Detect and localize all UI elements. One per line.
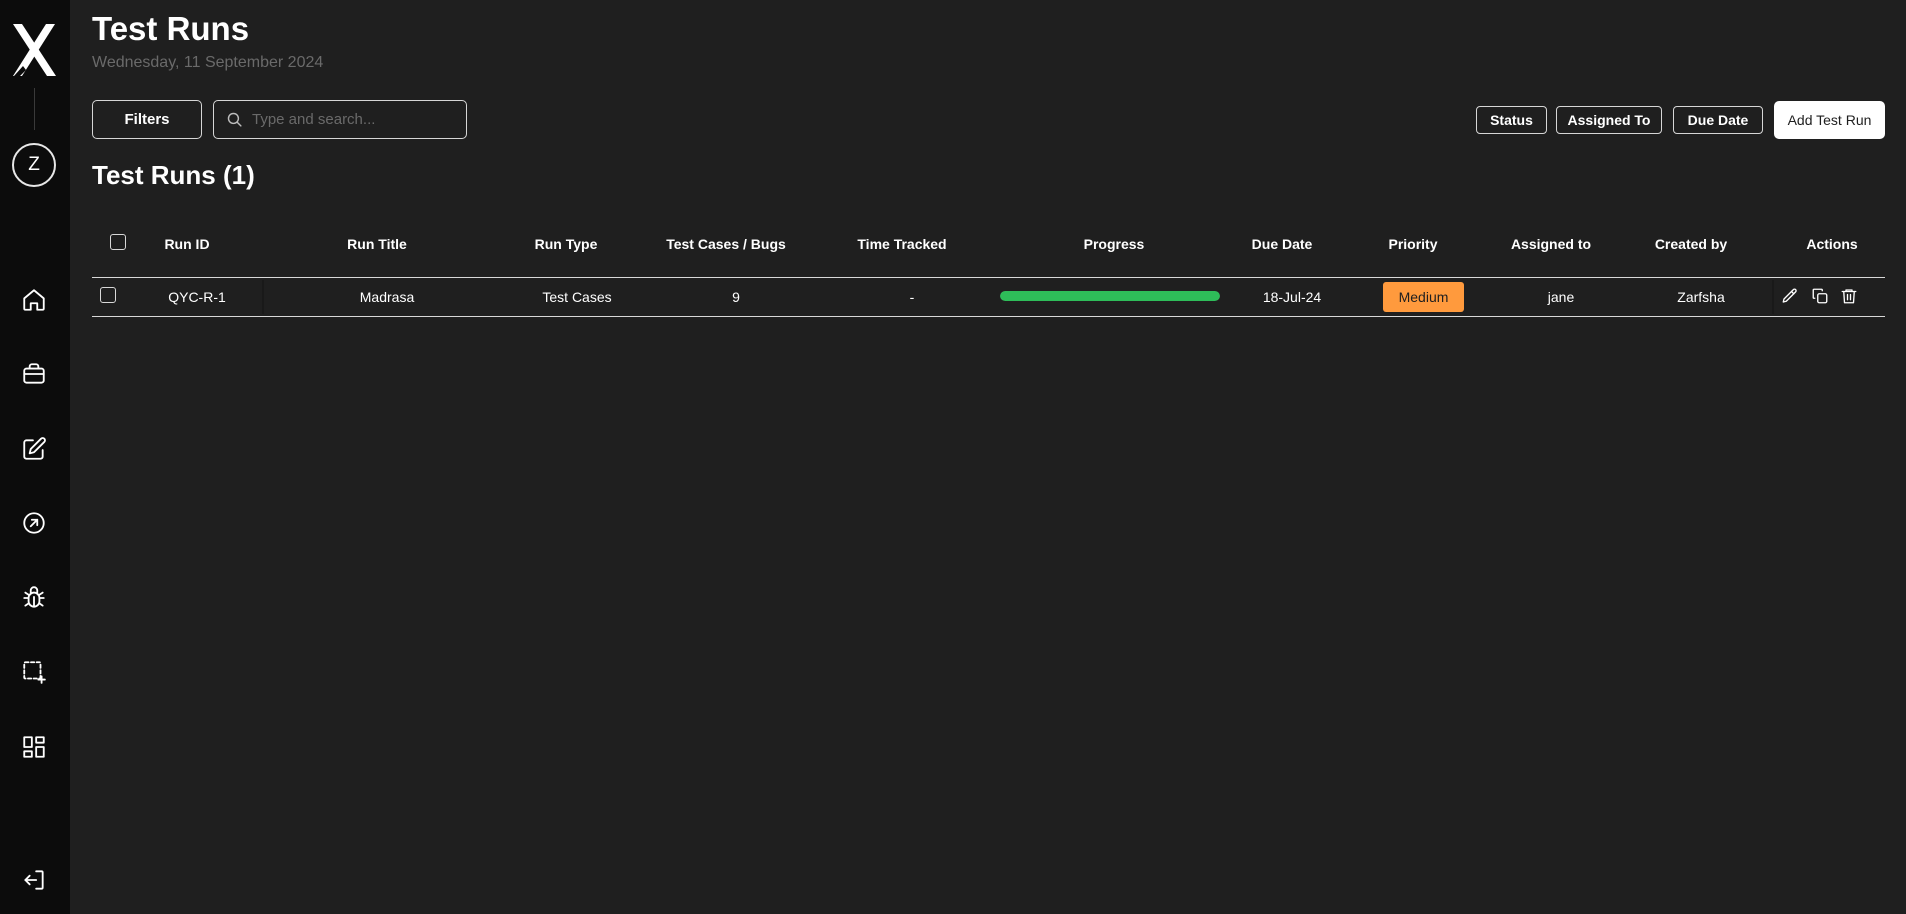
sidebar: Z	[0, 0, 70, 914]
col-header-created-by[interactable]: Created by	[1655, 236, 1727, 252]
arrow-up-right-circle-icon[interactable]	[20, 509, 48, 537]
cell-separator	[1772, 280, 1774, 314]
progress-bar	[1000, 291, 1220, 301]
x-logo-icon[interactable]	[11, 22, 57, 78]
cell-test-cases-bugs: 9	[732, 289, 740, 305]
edit-pencil-icon[interactable]	[1781, 287, 1799, 305]
due-date-filter-button[interactable]: Due Date	[1673, 106, 1763, 134]
col-header-run-type[interactable]: Run Type	[535, 236, 598, 252]
col-header-progress[interactable]: Progress	[1084, 236, 1145, 252]
cell-run-type: Test Cases	[542, 289, 612, 305]
edit-icon[interactable]	[20, 435, 48, 463]
cell-due-date: 18-Jul-24	[1262, 289, 1322, 305]
table-row-divider	[92, 316, 1885, 317]
col-header-actions: Actions	[1806, 236, 1858, 252]
bug-icon[interactable]	[20, 584, 48, 612]
select-plus-icon[interactable]	[20, 658, 48, 686]
sidebar-divider	[34, 88, 35, 130]
cell-separator	[262, 280, 264, 314]
page-date: Wednesday, 11 September 2024	[92, 54, 324, 71]
col-header-run-id[interactable]: Run ID	[164, 236, 209, 252]
trash-icon[interactable]	[1840, 287, 1858, 305]
col-header-due-date[interactable]: Due Date	[1252, 236, 1313, 252]
assigned-to-filter-button[interactable]: Assigned To	[1556, 106, 1662, 134]
copy-icon[interactable]	[1811, 287, 1829, 305]
cell-time-tracked: -	[909, 289, 915, 305]
select-all-checkbox[interactable]	[110, 234, 126, 250]
page-title: Test Runs	[92, 10, 250, 47]
col-header-run-title[interactable]: Run Title	[347, 236, 407, 252]
cell-run-id[interactable]: QYC-R-1	[168, 289, 226, 305]
row-checkbox[interactable]	[100, 287, 116, 303]
filters-button[interactable]: Filters	[92, 100, 202, 139]
section-title: Test Runs (1)	[92, 160, 255, 190]
col-header-time-tracked[interactable]: Time Tracked	[857, 236, 946, 252]
home-icon[interactable]	[20, 286, 48, 314]
add-test-run-button[interactable]: Add Test Run	[1774, 101, 1885, 139]
search-input[interactable]	[252, 111, 452, 128]
briefcase-icon[interactable]	[20, 360, 48, 388]
avatar[interactable]: Z	[12, 143, 56, 187]
col-header-assigned-to[interactable]: Assigned to	[1511, 236, 1591, 252]
cell-run-title[interactable]: Madrasa	[360, 289, 414, 305]
priority-badge: Medium	[1383, 282, 1464, 312]
status-filter-button[interactable]: Status	[1476, 106, 1547, 134]
search-icon	[227, 112, 242, 127]
cell-assigned-to: jane	[1547, 289, 1575, 305]
table-header-divider	[92, 277, 1885, 278]
col-header-test-cases-bugs[interactable]: Test Cases / Bugs	[666, 236, 786, 252]
dashboard-icon[interactable]	[20, 733, 48, 761]
progress-bar-fill	[1000, 291, 1220, 301]
col-header-priority[interactable]: Priority	[1388, 236, 1437, 252]
search-box	[213, 100, 467, 139]
cell-created-by: Zarfsha	[1677, 289, 1725, 305]
logout-icon[interactable]	[20, 866, 48, 894]
